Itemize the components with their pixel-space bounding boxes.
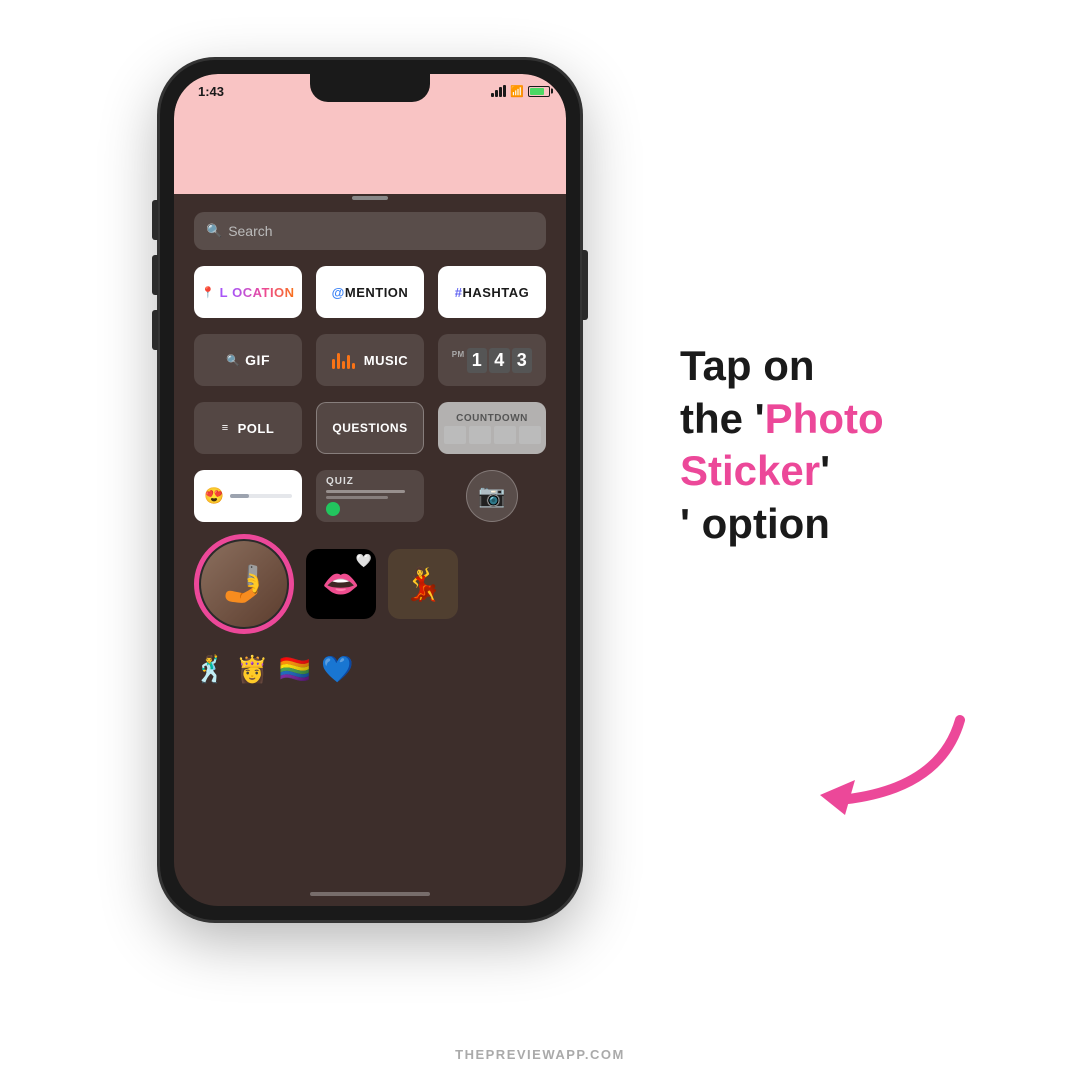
poll-sticker[interactable]: ≡ POLL <box>194 402 302 454</box>
status-time: 1:43 <box>198 84 224 99</box>
emoji-1: 🕺 <box>194 654 226 685</box>
sticker-row-2: 🔍 GIF MUSIC PM 1 4 3 <box>194 334 546 386</box>
quiz-sticker[interactable]: QUIZ <box>316 470 424 522</box>
quiz-label: QUIZ <box>326 476 414 487</box>
search-bar[interactable]: 🔍 Search <box>194 212 546 250</box>
dancer-sticker[interactable]: 💃 <box>388 549 458 619</box>
footer-text: THEPREVIEWAPP.COM <box>455 1047 625 1062</box>
mention-sticker[interactable]: @MENTION <box>316 266 424 318</box>
poll-lines-icon: ≡ <box>222 422 229 434</box>
photo-sticker-highlighted[interactable]: 🤳 <box>194 534 294 634</box>
location-sticker[interactable]: 📍 L OCATION <box>194 266 302 318</box>
wifi-icon: 📶 <box>510 85 524 98</box>
time-digit-1: 1 <box>467 348 488 373</box>
music-bars-icon <box>332 351 355 369</box>
arrow-container <box>760 700 980 830</box>
gif-search-icon: 🔍 <box>226 354 240 367</box>
battery-icon <box>528 86 550 97</box>
instruction-pink-sticker: Sticker <box>680 447 820 494</box>
camera-circle: 📷 <box>466 470 518 522</box>
questions-label: QUESTIONS <box>332 421 407 435</box>
gif-sticker[interactable]: 🔍 GIF <box>194 334 302 386</box>
sticker-row-1: 📍 L OCATION @MENTION #HASHTAG <box>194 266 546 318</box>
camera-icon: 📷 <box>478 483 505 509</box>
instruction-line-2: the 'Photo <box>680 393 1020 446</box>
instruction-line-3: Sticker' <box>680 445 1020 498</box>
status-bar: 1:43 📶 <box>198 80 550 102</box>
questions-sticker[interactable]: QUESTIONS <box>316 402 424 454</box>
sticker-row-3: ≡ POLL QUESTIONS COUNTDOWN <box>194 402 546 454</box>
phone-frame: 1:43 📶 🔍 Search <box>160 60 580 920</box>
emoji-face-icon: 😍 <box>204 486 224 506</box>
gif-label: GIF <box>245 352 270 368</box>
countdown-sticker[interactable]: COUNTDOWN <box>438 402 546 454</box>
quiz-check-icon <box>326 502 340 516</box>
poll-label: POLL <box>238 421 275 436</box>
drag-handle[interactable] <box>352 196 388 200</box>
music-label: MUSIC <box>364 353 408 368</box>
time-pm: PM <box>452 350 465 359</box>
hashtag-label: #HASHTAG <box>455 285 530 300</box>
countdown-boxes-icon <box>444 426 541 444</box>
location-label-rest: OCATION <box>232 285 294 300</box>
instruction-block: Tap on the 'Photo Sticker' ' option <box>680 340 1020 550</box>
location-pin-icon: 📍 <box>201 286 215 299</box>
bottom-sticker-row: 🤳 👄 🤍 💃 <box>188 534 552 634</box>
emoji-slider-sticker[interactable]: 😍 <box>194 470 302 522</box>
instruction-pink-photo: Photo <box>765 395 884 442</box>
countdown-label: COUNTDOWN <box>456 413 528 424</box>
instruction-text-close: ' <box>820 447 830 494</box>
slider-fill <box>230 494 249 498</box>
heart-icon: 🤍 <box>356 553 372 569</box>
search-placeholder: Search <box>228 223 272 239</box>
photo-camera-sticker[interactable]: 📷 <box>438 470 546 522</box>
quiz-lines-icon <box>326 490 414 499</box>
status-icons: 📶 <box>491 85 550 98</box>
emoji-2: 👸 <box>236 654 268 685</box>
home-indicator <box>310 892 430 896</box>
emoji-4: 💙 <box>321 654 353 685</box>
time-digit-3: 3 <box>512 348 533 373</box>
phone-screen: 1:43 📶 🔍 Search <box>174 74 566 906</box>
signal-icon <box>491 85 506 97</box>
mouth-sticker[interactable]: 👄 🤍 <box>306 549 376 619</box>
photo-sticker-inner: 🤳 <box>201 541 287 627</box>
location-label-l: L <box>220 285 228 300</box>
search-icon: 🔍 <box>206 223 222 239</box>
emoji-slider-content: 😍 <box>204 486 292 506</box>
time-sticker[interactable]: PM 1 4 3 <box>438 334 546 386</box>
instruction-line-1: Tap on <box>680 340 1020 393</box>
emoji-3: 🏳️‍🌈 <box>279 654 311 685</box>
slider-track <box>230 494 292 498</box>
instruction-line-4: ' option <box>680 498 1020 551</box>
mouth-icon: 👄 <box>322 567 359 602</box>
time-display: PM 1 4 3 <box>452 348 533 373</box>
instruction-text-the: the ' <box>680 395 765 442</box>
arrow-svg <box>760 700 980 830</box>
sticker-row-4: 😍 QUIZ 📷 <box>194 470 546 522</box>
emoji-bottom-row: 🕺 👸 🏳️‍🌈 💙 <box>194 654 546 685</box>
dancer-icon: 💃 <box>403 565 443 603</box>
mention-label: @MENTION <box>332 285 409 300</box>
music-sticker[interactable]: MUSIC <box>316 334 424 386</box>
photo-sticker-face: 🤳 <box>222 563 267 605</box>
hashtag-sticker[interactable]: #HASHTAG <box>438 266 546 318</box>
time-digit-2: 4 <box>489 348 510 373</box>
